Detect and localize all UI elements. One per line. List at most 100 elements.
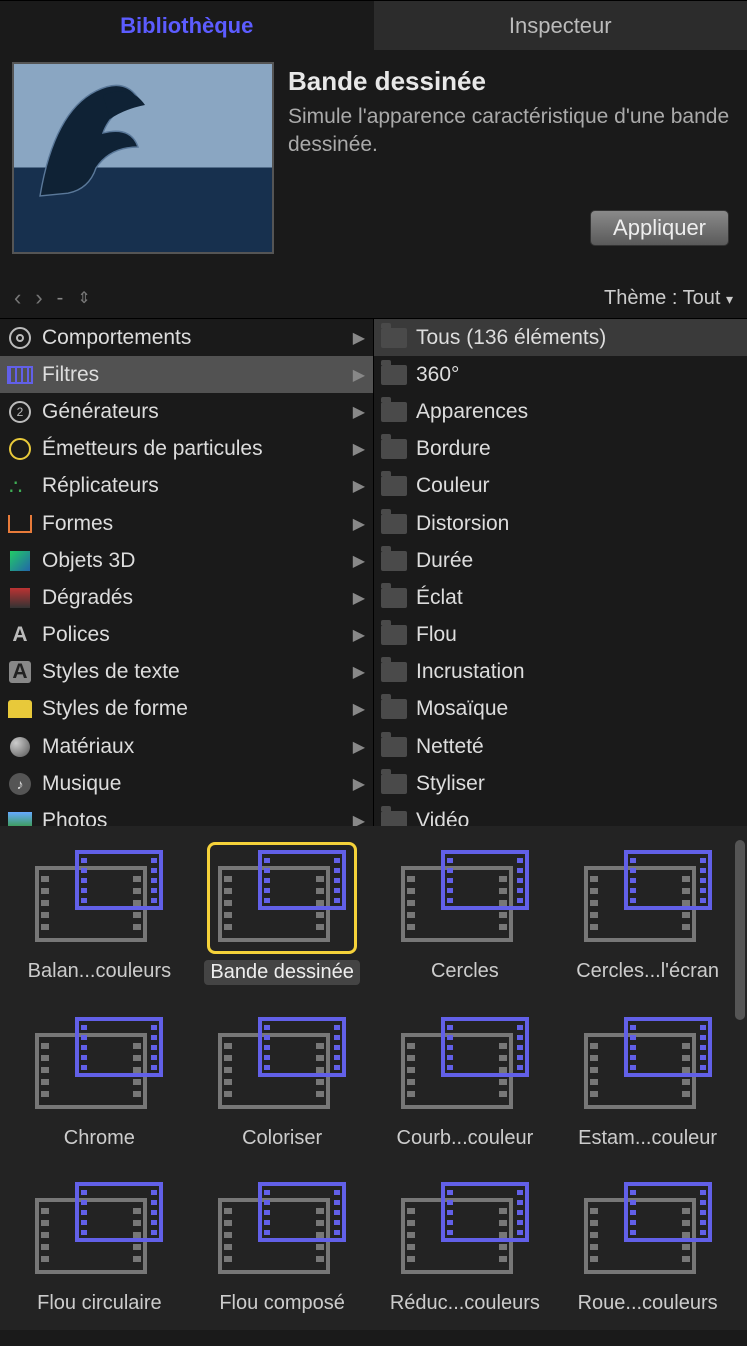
filter-label: Cercles...l'écran <box>576 960 719 983</box>
filter-item[interactable]: Bande dessinée <box>191 842 374 985</box>
chevron-right-icon: ▶ <box>353 402 365 422</box>
subcategory-row[interactable]: Apparences <box>374 393 747 430</box>
filter-item[interactable]: Flou circulaire <box>8 1174 191 1315</box>
filter-label: Réduc...couleurs <box>390 1292 540 1315</box>
category-label: Styles de texte <box>42 660 180 684</box>
theme-label: Thème : Tout <box>604 287 720 309</box>
tab-bar: Bibliothèque Inspecteur <box>0 0 747 50</box>
filter-item[interactable]: Estam...couleur <box>556 1009 739 1150</box>
category-row[interactable]: Émetteurs de particules ▶ <box>0 431 373 468</box>
subcategory-row[interactable]: Flou <box>374 617 747 654</box>
subcategory-label: Mosaïque <box>416 697 508 721</box>
folder-icon <box>380 324 408 352</box>
gear-icon <box>6 324 34 352</box>
subcategory-row[interactable]: Incrustation <box>374 654 747 691</box>
subcategory-label: Vidéo <box>416 809 469 826</box>
filter-thumbnail <box>573 842 723 954</box>
category-row[interactable]: 2 Générateurs ▶ <box>0 393 373 430</box>
chevron-right-icon: ▶ <box>353 439 365 459</box>
category-row[interactable]: Photos ▶ <box>0 802 373 826</box>
category-row[interactable]: Dégradés ▶ <box>0 579 373 616</box>
scrollbar[interactable] <box>735 840 745 1020</box>
emit-icon <box>6 435 34 463</box>
subcategory-label: Couleur <box>416 474 490 498</box>
A-icon: A <box>6 621 34 649</box>
preview-description: Simule l'apparence caractéristique d'une… <box>288 103 735 160</box>
subcategory-row[interactable]: Mosaïque <box>374 691 747 728</box>
chevron-right-icon: ▶ <box>353 588 365 608</box>
category-row[interactable]: Filtres ▶ <box>0 356 373 393</box>
preview-thumbnail <box>12 62 274 254</box>
category-row[interactable]: Styles de forme ▶ <box>0 691 373 728</box>
filter-label: Cercles <box>431 960 499 983</box>
category-row[interactable]: Objets 3D ▶ <box>0 542 373 579</box>
category-row[interactable]: ♪ Musique ▶ <box>0 765 373 802</box>
filter-label: Bande dessinée <box>204 960 359 985</box>
subcategory-row[interactable]: Couleur <box>374 468 747 505</box>
theme-dropdown[interactable]: Thème : Tout ▾ <box>604 287 733 310</box>
chevron-right-icon: ▶ <box>353 774 365 794</box>
category-label: Objets 3D <box>42 549 135 573</box>
category-label: Styles de forme <box>42 697 188 721</box>
filter-thumbnail <box>24 842 174 954</box>
category-row[interactable]: Matériaux ▶ <box>0 728 373 765</box>
dolphin-illustration <box>26 70 166 210</box>
filter-thumbnail <box>390 1174 540 1286</box>
path-stepper[interactable]: ⇕ <box>77 288 90 308</box>
folder-icon <box>380 361 408 389</box>
subcategory-row[interactable]: Éclat <box>374 579 747 616</box>
filter-item[interactable]: Cercles <box>374 842 557 985</box>
category-label: Dégradés <box>42 586 133 610</box>
filter-item[interactable]: Balan...couleurs <box>8 842 191 985</box>
category-label: Réplicateurs <box>42 474 159 498</box>
filter-item[interactable]: Coloriser <box>191 1009 374 1150</box>
subcategory-row[interactable]: Tous (136 éléments) <box>374 319 747 356</box>
subcategory-row[interactable]: Durée <box>374 542 747 579</box>
filter-item[interactable]: Flou composé <box>191 1174 374 1315</box>
folder-icon <box>380 658 408 686</box>
filter-item[interactable]: Roue...couleurs <box>556 1174 739 1315</box>
category-label: Photos <box>42 809 107 826</box>
rep-icon: ∴ <box>6 472 34 500</box>
folder-icon <box>380 770 408 798</box>
subcategory-row[interactable]: Vidéo <box>374 802 747 826</box>
subcategory-row[interactable]: Distorsion <box>374 505 747 542</box>
nav-forward-button[interactable]: › <box>35 285 42 311</box>
folder-icon <box>380 807 408 826</box>
filter-item[interactable]: Cercles...l'écran <box>556 842 739 985</box>
apply-button[interactable]: Appliquer <box>590 210 729 246</box>
subcategory-label: Éclat <box>416 586 463 610</box>
nav-back-button[interactable]: ‹ <box>14 285 21 311</box>
filter-thumbnail <box>207 1174 357 1286</box>
filter-label: Flou composé <box>219 1292 345 1315</box>
subcategory-row[interactable]: 360° <box>374 356 747 393</box>
subcategory-row[interactable]: Bordure <box>374 431 747 468</box>
subcategory-row[interactable]: Styliser <box>374 765 747 802</box>
chevron-right-icon: ▶ <box>353 811 365 826</box>
sstyle-icon <box>6 695 34 723</box>
chevron-right-icon: ▶ <box>353 699 365 719</box>
filter-label: Chrome <box>64 1127 135 1150</box>
category-row[interactable]: Formes ▶ <box>0 505 373 542</box>
mat-icon <box>6 733 34 761</box>
preview-title: Bande dessinée <box>288 66 735 97</box>
filter-label: Courb...couleur <box>397 1127 534 1150</box>
folder-icon <box>380 733 408 761</box>
category-label: Musique <box>42 772 121 796</box>
subcategory-label: Tous (136 éléments) <box>416 326 606 350</box>
tab-library[interactable]: Bibliothèque <box>0 0 374 50</box>
filter-label: Flou circulaire <box>37 1292 161 1315</box>
filter-label: Estam...couleur <box>578 1127 717 1150</box>
filter-item[interactable]: Courb...couleur <box>374 1009 557 1150</box>
filter-item[interactable]: Réduc...couleurs <box>374 1174 557 1315</box>
category-label: Matériaux <box>42 735 134 759</box>
tab-inspector[interactable]: Inspecteur <box>374 0 747 50</box>
subcategory-row[interactable]: Netteté <box>374 728 747 765</box>
category-row[interactable]: Comportements ▶ <box>0 319 373 356</box>
subcategory-label: Incrustation <box>416 660 525 684</box>
filter-item[interactable]: Chrome <box>8 1009 191 1150</box>
category-row[interactable]: ∴ Réplicateurs ▶ <box>0 468 373 505</box>
category-row[interactable]: A Polices ▶ <box>0 617 373 654</box>
folder-icon <box>380 621 408 649</box>
category-row[interactable]: A Styles de texte ▶ <box>0 654 373 691</box>
